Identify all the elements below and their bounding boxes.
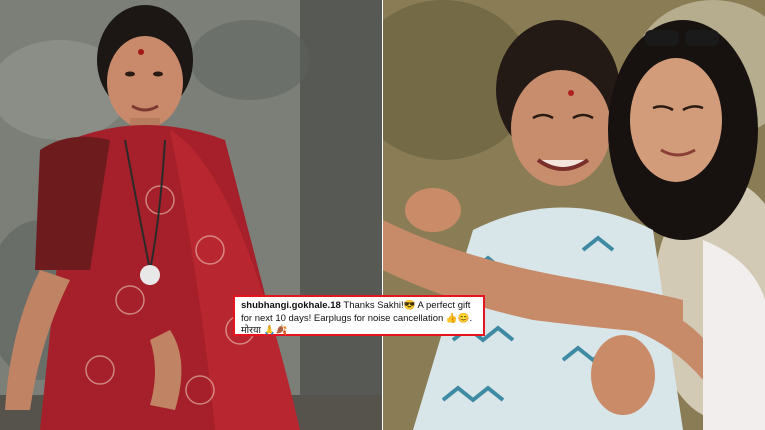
comment-username[interactable]: shubhangi.gokhale.18 <box>241 300 343 311</box>
right-photo-illustration <box>383 0 765 430</box>
photo-divider <box>382 0 383 430</box>
highlighted-comment: shubhangi.gokhale.18 Thanks Sakhi!😎 A pe… <box>233 295 485 336</box>
collage: shubhangi.gokhale.18 Thanks Sakhi!😎 A pe… <box>0 0 765 430</box>
left-photo <box>0 0 382 430</box>
right-photo <box>383 0 765 430</box>
left-photo-illustration <box>0 0 382 430</box>
